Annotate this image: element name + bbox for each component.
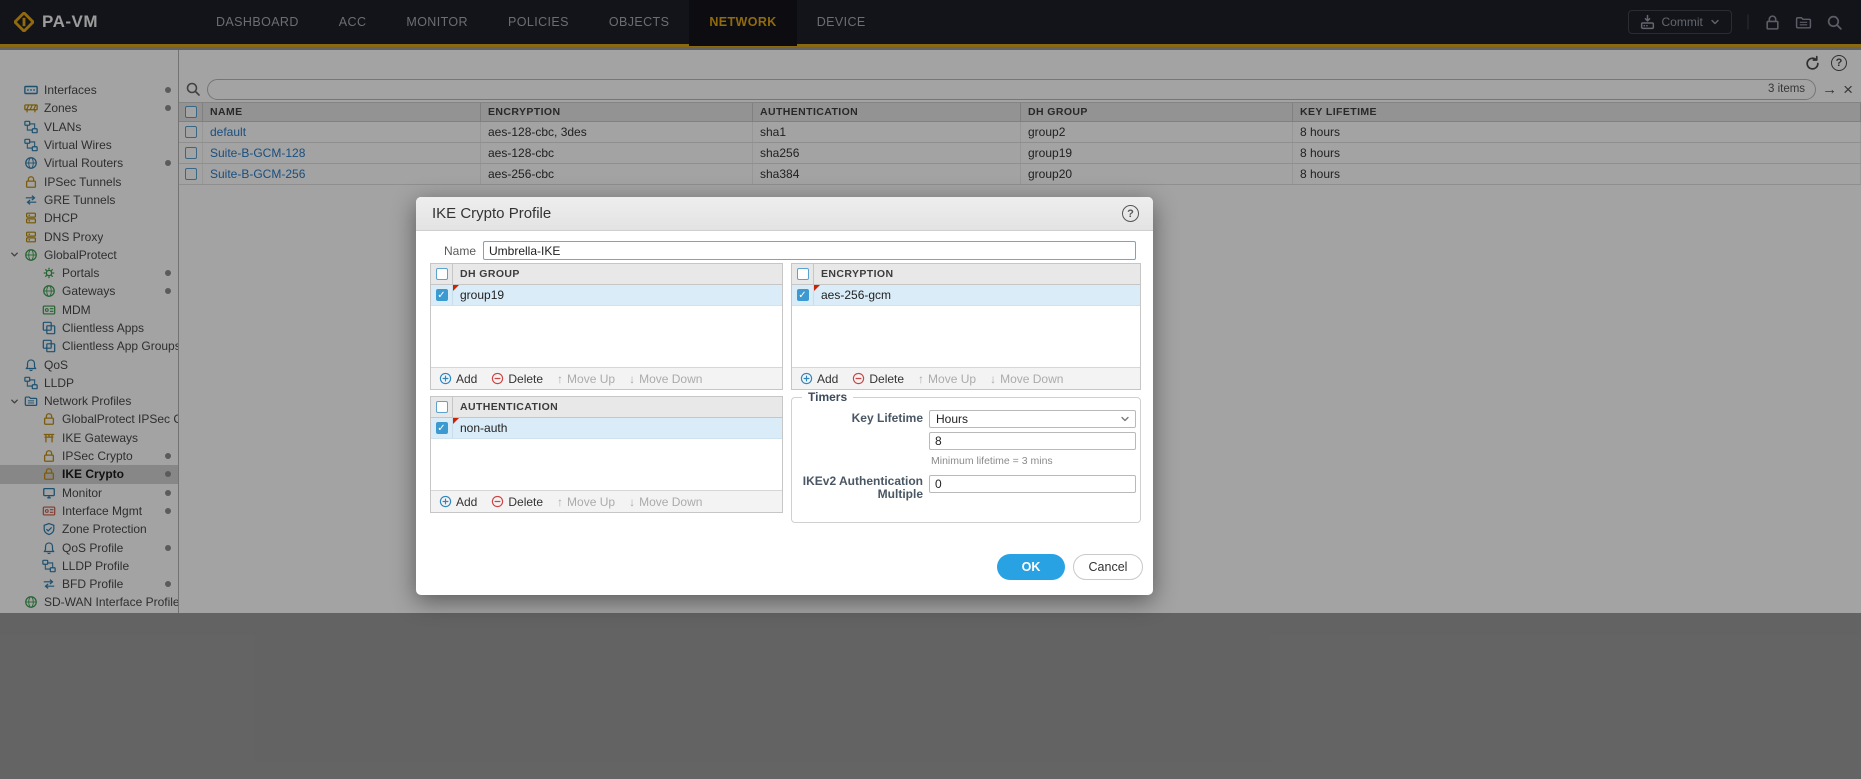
modified-marker xyxy=(814,285,820,291)
ok-button[interactable]: OK xyxy=(997,554,1065,580)
dh-group-value: group19 xyxy=(460,288,504,302)
minimum-lifetime-note: Minimum lifetime = 3 mins xyxy=(929,454,1136,471)
add-button[interactable]: Add xyxy=(439,372,477,386)
add-button[interactable]: Add xyxy=(439,495,477,509)
delete-button[interactable]: Delete xyxy=(852,372,904,386)
timers-fieldset: Timers Key Lifetime Hours Minimum lifeti… xyxy=(791,397,1141,523)
key-lifetime-unit-select[interactable]: Hours xyxy=(929,410,1136,428)
authentication-row[interactable]: ✓ non-auth xyxy=(431,418,782,439)
add-button[interactable]: Add xyxy=(800,372,838,386)
move-down-button[interactable]: ↓Move Down xyxy=(629,372,702,386)
dh-group-row-checkbox[interactable]: ✓ xyxy=(436,289,448,301)
ike-crypto-profile-dialog: IKE Crypto Profile ? Name DH GROUP ✓ gro… xyxy=(416,197,1153,595)
move-down-button[interactable]: ↓Move Down xyxy=(990,372,1063,386)
encryption-header: ENCRYPTION xyxy=(814,268,893,280)
modified-marker xyxy=(453,285,459,291)
encryption-select-all-checkbox[interactable] xyxy=(797,268,809,280)
move-up-button[interactable]: ↑Move Up xyxy=(918,372,976,386)
chevron-down-icon xyxy=(1119,413,1131,425)
dialog-header: IKE Crypto Profile ? xyxy=(416,197,1153,231)
encryption-value: aes-256-gcm xyxy=(821,288,891,302)
ikev2-authentication-multiple-label: IKEv2 Authentication Multiple xyxy=(800,475,923,501)
authentication-select-all-checkbox[interactable] xyxy=(436,401,448,413)
ikev2-authentication-multiple-input[interactable] xyxy=(929,475,1136,493)
authentication-value: non-auth xyxy=(460,421,507,435)
move-up-button[interactable]: ↑Move Up xyxy=(557,372,615,386)
key-lifetime-unit-value: Hours xyxy=(936,412,968,426)
dh-group-select-all-checkbox[interactable] xyxy=(436,268,448,280)
modified-marker xyxy=(453,418,459,424)
delete-button[interactable]: Delete xyxy=(491,495,543,509)
cancel-button[interactable]: Cancel xyxy=(1073,554,1143,580)
authentication-row-checkbox[interactable]: ✓ xyxy=(436,422,448,434)
profile-name-input[interactable] xyxy=(483,241,1136,260)
key-lifetime-label: Key Lifetime xyxy=(800,412,923,425)
key-lifetime-value-input[interactable] xyxy=(929,432,1136,450)
timers-legend: Timers xyxy=(802,390,853,404)
authentication-header: AUTHENTICATION xyxy=(453,401,558,413)
authentication-panel: AUTHENTICATION ✓ non-auth Add Delete ↑Mo… xyxy=(430,396,783,513)
encryption-row-checkbox[interactable]: ✓ xyxy=(797,289,809,301)
name-label: Name xyxy=(430,244,476,258)
dialog-help-icon[interactable]: ? xyxy=(1122,205,1139,222)
encryption-panel: ENCRYPTION ✓ aes-256-gcm Add Delete ↑Mov… xyxy=(791,263,1141,390)
dh-group-header: DH GROUP xyxy=(453,268,520,280)
move-down-button[interactable]: ↓Move Down xyxy=(629,495,702,509)
dh-group-panel: DH GROUP ✓ group19 Add Delete ↑Move Up ↓… xyxy=(430,263,783,390)
delete-button[interactable]: Delete xyxy=(491,372,543,386)
encryption-row[interactable]: ✓ aes-256-gcm xyxy=(792,285,1140,306)
dialog-title: IKE Crypto Profile xyxy=(432,205,551,222)
move-up-button[interactable]: ↑Move Up xyxy=(557,495,615,509)
dh-group-row[interactable]: ✓ group19 xyxy=(431,285,782,306)
